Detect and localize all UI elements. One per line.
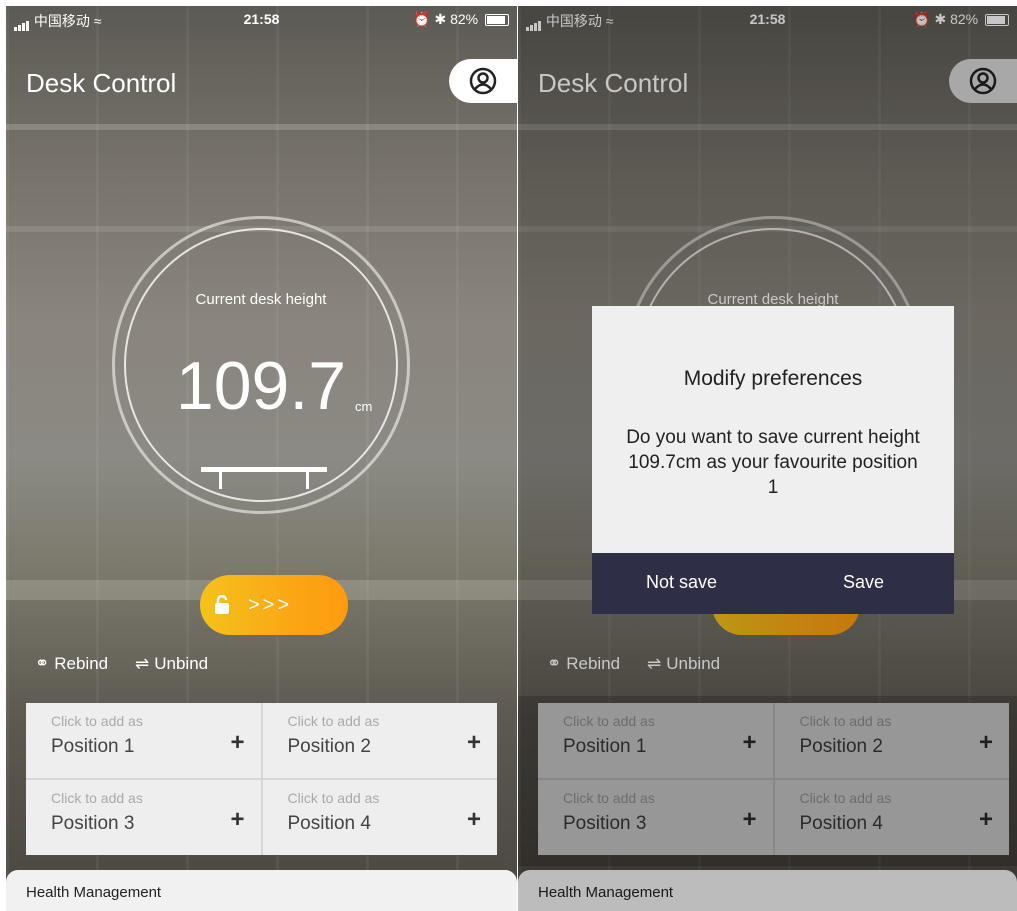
profile-button[interactable]	[449, 59, 517, 103]
battery-percent: 82%	[450, 11, 479, 27]
link-icon: ⚭	[35, 654, 50, 673]
desk-icon	[201, 467, 327, 489]
status-bar: 中国移动 ≈ 21:58 ⏰ ✱ 82%	[6, 6, 517, 32]
not-save-button[interactable]: Not save	[646, 572, 717, 593]
unlock-icon	[215, 595, 229, 614]
position-hint: Click to add as	[51, 713, 143, 729]
alarm-icon: ⏰	[413, 11, 431, 27]
unbind-label: Unbind	[154, 654, 209, 673]
position-3-tile[interactable]: Click to add as Position 3 +	[26, 780, 261, 855]
bluetooth-icon: ✱	[434, 11, 447, 27]
plus-icon: +	[230, 806, 245, 833]
height-unit: cm	[355, 399, 373, 414]
health-label: Health Management	[26, 884, 162, 901]
position-4-tile[interactable]: Click to add as Position 4 +	[262, 780, 497, 855]
slide-arrows: >>>	[248, 593, 293, 616]
save-button[interactable]: Save	[843, 572, 884, 593]
position-name: Position 3	[51, 813, 135, 834]
height-gauge: Current desk height 109.7 cm	[112, 216, 410, 514]
dialog-actions: Not save Save	[592, 553, 954, 614]
plus-icon: +	[466, 729, 481, 756]
position-1-tile[interactable]: Click to add as Position 1 +	[26, 703, 261, 778]
dialog-message: Do you want to save current height 109.7…	[626, 427, 920, 498]
position-hint: Click to add as	[287, 713, 380, 729]
signal-icon	[14, 27, 17, 31]
battery-icon	[485, 14, 509, 27]
health-management-tab[interactable]: Health Management	[6, 870, 517, 911]
screen-desk-control-dialog: 中国移动 ≈ 21:58 ⏰ ✱ 82% Desk Control Curren…	[518, 6, 1017, 911]
user-profile-icon	[469, 67, 497, 95]
gauge-label: Current desk height	[195, 291, 327, 308]
plus-icon: +	[230, 729, 245, 756]
screen-desk-control: 中国移动 ≈ 21:58 ⏰ ✱ 82% Desk Control Curren…	[6, 6, 517, 911]
position-grid: Click to add as Position 1 + Click to ad…	[26, 703, 497, 855]
unlink-icon: ⇌	[135, 654, 150, 673]
position-name: Position 4	[287, 813, 371, 834]
modify-preferences-dialog: Modify preferences Do you want to save c…	[592, 306, 954, 614]
position-hint: Click to add as	[287, 790, 380, 806]
position-hint: Click to add as	[51, 790, 143, 806]
position-name: Position 2	[287, 736, 371, 757]
modal-overlay-grid-shade	[518, 696, 1017, 866]
position-name: Position 1	[51, 736, 135, 757]
app-title: Desk Control	[26, 68, 177, 98]
unlock-slider-button[interactable]: >>>	[200, 575, 348, 635]
plus-icon: +	[466, 806, 481, 833]
unbind-button[interactable]: ⇌ Unbind	[130, 654, 208, 674]
position-2-tile[interactable]: Click to add as Position 2 +	[262, 703, 497, 778]
rebind-label: Rebind	[54, 654, 109, 673]
dialog-title: Modify preferences	[683, 367, 863, 390]
rebind-button[interactable]: ⚭ Rebind	[30, 654, 108, 674]
